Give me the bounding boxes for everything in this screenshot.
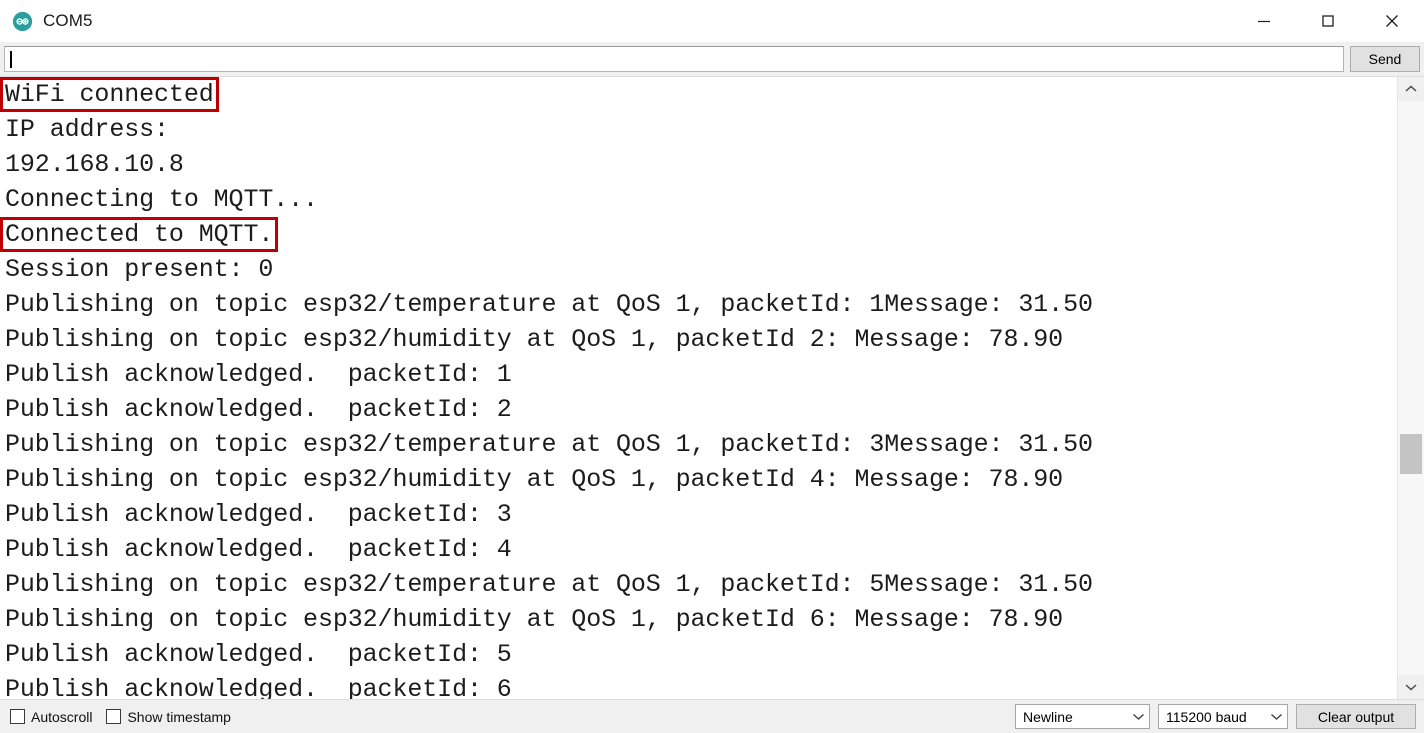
console-line: Connecting to MQTT...	[0, 182, 1397, 217]
console-line: Publishing on topic esp32/humidity at Qo…	[0, 322, 1397, 357]
scrollbar-track[interactable]	[1398, 101, 1424, 675]
console-line: Publish acknowledged. packetId: 2	[0, 392, 1397, 427]
close-button[interactable]	[1360, 0, 1424, 42]
scroll-down-button[interactable]	[1398, 675, 1424, 699]
console-line-text: Publish acknowledged. packetId: 5	[5, 640, 512, 669]
console-scrollbar[interactable]	[1397, 77, 1424, 699]
console-line: IP address:	[0, 112, 1397, 147]
chevron-down-icon	[1128, 712, 1145, 721]
console-line-text: Connecting to MQTT...	[5, 185, 318, 214]
console-line: 192.168.10.8	[0, 147, 1397, 182]
send-button[interactable]: Send	[1350, 46, 1420, 72]
scroll-up-button[interactable]	[1398, 77, 1424, 101]
console-line-highlighted: Connected to MQTT.	[0, 217, 279, 252]
text-caret	[10, 51, 12, 68]
console-line-text: Publishing on topic esp32/temperature at…	[5, 570, 1093, 599]
console-area: WiFi connected IP address: 192.168.10.8 Co…	[0, 76, 1424, 699]
console-line: WiFi connected	[0, 77, 1397, 112]
console-line-text: 192.168.10.8	[5, 150, 184, 179]
console-line: Publishing on topic esp32/temperature at…	[0, 567, 1397, 602]
console-line-text: Publish acknowledged. packetId: 6	[5, 675, 512, 699]
send-row: Send	[0, 42, 1424, 76]
baud-rate-value: 115200 baud	[1166, 708, 1247, 725]
chevron-down-icon	[1405, 684, 1417, 691]
console-line-text: IP address:	[5, 115, 184, 144]
console-line-text: Publish acknowledged. packetId: 4	[5, 535, 512, 564]
console-line-text: Publishing on topic esp32/humidity at Qo…	[5, 325, 1064, 354]
console-line: Publishing on topic esp32/humidity at Qo…	[0, 602, 1397, 637]
console-line: Publishing on topic esp32/temperature at…	[0, 427, 1397, 462]
title-bar: COM5	[0, 0, 1424, 42]
line-ending-value: Newline	[1023, 708, 1073, 725]
console-line: Publish acknowledged. packetId: 6	[0, 672, 1397, 699]
autoscroll-checkbox[interactable]	[10, 709, 25, 724]
console-line-text: Session present: 0	[5, 255, 274, 284]
autoscroll-label: Autoscroll	[31, 708, 93, 725]
console-output[interactable]: WiFi connected IP address: 192.168.10.8 Co…	[0, 77, 1397, 699]
minimize-button[interactable]	[1232, 0, 1296, 42]
maximize-button[interactable]	[1296, 0, 1360, 42]
chevron-up-icon	[1405, 85, 1417, 92]
window-controls	[1232, 0, 1424, 42]
console-line: Publish acknowledged. packetId: 3	[0, 497, 1397, 532]
console-line-text: Publish acknowledged. packetId: 1	[5, 360, 512, 389]
console-line-text: Publish acknowledged. packetId: 2	[5, 395, 512, 424]
console-line-text: Publish acknowledged. packetId: 3	[5, 500, 512, 529]
maximize-icon	[1322, 15, 1334, 27]
status-bar: Autoscroll Show timestamp Newline 115200…	[0, 699, 1424, 733]
console-line-text: Publishing on topic esp32/humidity at Qo…	[5, 605, 1064, 634]
window-title: COM5	[43, 11, 93, 30]
console-line: Session present: 0	[0, 252, 1397, 287]
console-line-text: Publishing on topic esp32/temperature at…	[5, 430, 1093, 459]
send-input[interactable]	[4, 46, 1344, 72]
baud-rate-select[interactable]: 115200 baud	[1158, 704, 1288, 729]
console-line-highlighted: WiFi connected	[0, 77, 219, 112]
scrollbar-thumb[interactable]	[1400, 433, 1422, 474]
title-bar-left: COM5	[0, 11, 93, 32]
console-line: Publishing on topic esp32/temperature at…	[0, 287, 1397, 322]
autoscroll-control[interactable]: Autoscroll	[10, 709, 92, 725]
console-line: Publish acknowledged. packetId: 5	[0, 637, 1397, 672]
console-line: Publishing on topic esp32/humidity at Qo…	[0, 462, 1397, 497]
console-line: Connected to MQTT.	[0, 217, 1397, 252]
console-line-text: Publishing on topic esp32/humidity at Qo…	[5, 465, 1064, 494]
close-icon	[1386, 15, 1398, 27]
arduino-logo-icon	[12, 11, 33, 32]
console-line: Publish acknowledged. packetId: 1	[0, 357, 1397, 392]
console-line-text: Publishing on topic esp32/temperature at…	[5, 290, 1093, 319]
send-input-wrapper	[4, 46, 1344, 72]
clear-output-button[interactable]: Clear output	[1296, 704, 1416, 729]
serial-monitor-window: COM5 Send WiFi connected IP address: 192…	[0, 0, 1424, 733]
line-ending-select[interactable]: Newline	[1015, 704, 1150, 729]
show-timestamp-label: Show timestamp	[127, 708, 231, 725]
minimize-icon	[1258, 20, 1270, 23]
console-line: Publish acknowledged. packetId: 4	[0, 532, 1397, 567]
chevron-down-icon	[1266, 712, 1283, 721]
show-timestamp-checkbox[interactable]	[106, 709, 122, 724]
show-timestamp-control[interactable]: Show timestamp	[106, 708, 231, 725]
